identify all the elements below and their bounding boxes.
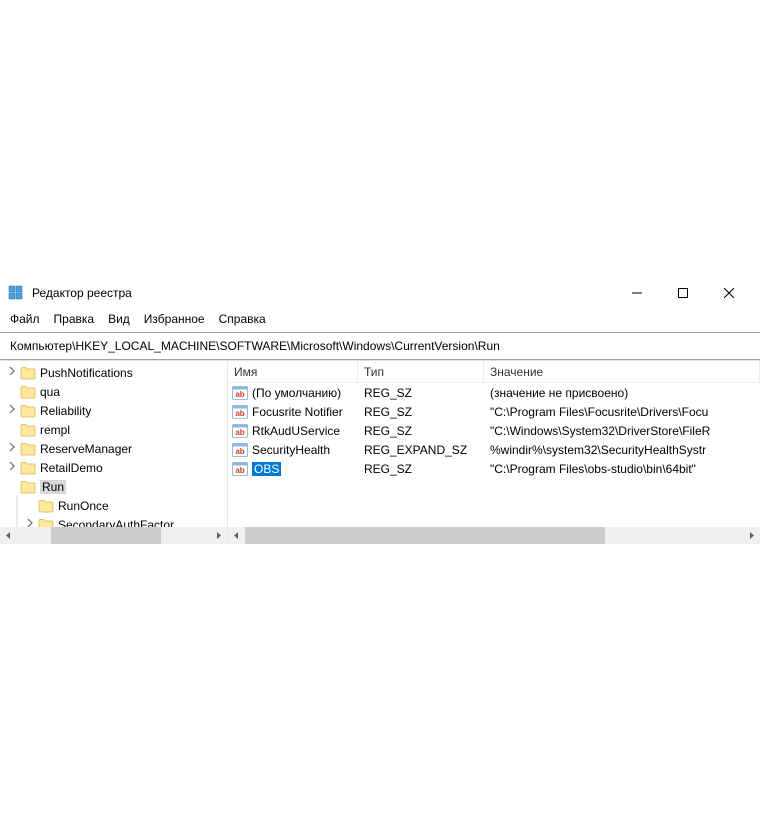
column-header-type[interactable]: Тип: [358, 361, 484, 382]
tree-item-label: Run: [40, 480, 66, 494]
reg-string-icon: ab: [232, 443, 248, 457]
value-data: "C:\Windows\System32\DriverStore\FileR: [484, 424, 760, 438]
menu-file[interactable]: Файл: [10, 312, 40, 326]
value-name: (По умолчанию): [252, 386, 341, 400]
maximize-button[interactable]: [660, 278, 706, 308]
value-name: OBS: [252, 462, 281, 476]
value-type: REG_SZ: [358, 462, 484, 476]
value-data: (значение не присвоено): [484, 386, 760, 400]
folder-icon: [20, 404, 36, 418]
address-bar[interactable]: Компьютер\HKEY_LOCAL_MACHINE\SOFTWARE\Mi…: [0, 335, 760, 359]
folder-icon: [20, 442, 36, 456]
list-header: Имя Тип Значение: [228, 361, 760, 383]
registry-editor-window: Редактор реестра Файл Правка Вид Избранн…: [0, 278, 760, 544]
list-pane: Имя Тип Значение ab(По умолчанию)REG_SZ(…: [228, 361, 760, 544]
scroll-left-button[interactable]: [228, 527, 245, 544]
tree-item[interactable]: RunOnce: [0, 496, 227, 515]
column-header-name[interactable]: Имя: [228, 361, 358, 382]
expand-chevron-icon[interactable]: [24, 519, 36, 527]
tree-item-label: rempl: [40, 423, 70, 437]
tree-item-label: Reliability: [40, 404, 91, 418]
scroll-right-button[interactable]: [210, 527, 227, 544]
app-icon: [8, 285, 24, 301]
tree-pane: PushNotifications qua Reliability rempl Rese…: [0, 361, 228, 544]
expand-chevron-icon[interactable]: [6, 405, 18, 416]
value-data: "C:\Program Files\obs-studio\bin\64bit": [484, 462, 760, 476]
folder-icon: [38, 518, 54, 528]
reg-string-icon: ab: [232, 424, 248, 438]
svg-text:ab: ab: [235, 428, 244, 437]
folder-icon: [20, 423, 36, 437]
tree-item[interactable]: ReserveManager: [0, 439, 227, 458]
value-name: RtkAudUService: [252, 424, 340, 438]
value-name: SecurityHealth: [252, 443, 330, 457]
tree-item[interactable]: Reliability: [0, 401, 227, 420]
reg-string-icon: ab: [232, 405, 248, 419]
svg-text:ab: ab: [235, 447, 244, 456]
list-view[interactable]: ab(По умолчанию)REG_SZ(значение не присв…: [228, 383, 760, 527]
tree-item[interactable]: Run: [0, 477, 227, 496]
value-data: "C:\Program Files\Focusrite\Drivers\Focu: [484, 405, 760, 419]
value-type: REG_SZ: [358, 386, 484, 400]
tree-item-label: ReserveManager: [40, 442, 132, 456]
scroll-right-button[interactable]: [743, 527, 760, 544]
folder-icon: [20, 461, 36, 475]
menu-view[interactable]: Вид: [108, 312, 130, 326]
window-controls: [614, 278, 752, 308]
titlebar[interactable]: Редактор реестра: [0, 278, 760, 308]
tree-item-label: SecondaryAuthFactor: [58, 518, 174, 528]
folder-icon: [38, 499, 54, 513]
menubar: Файл Правка Вид Избранное Справка: [0, 308, 760, 332]
list-row[interactable]: ab SecurityHealth REG_EXPAND_SZ%windir%\sy…: [228, 440, 760, 459]
folder-icon: [20, 385, 36, 399]
svg-text:ab: ab: [235, 390, 244, 399]
content-panes: PushNotifications qua Reliability rempl Rese…: [0, 360, 760, 544]
menu-favorites[interactable]: Избранное: [144, 312, 205, 326]
tree-item[interactable]: qua: [0, 382, 227, 401]
column-header-value[interactable]: Значение: [484, 361, 760, 382]
svg-text:ab: ab: [235, 409, 244, 418]
scroll-left-button[interactable]: [0, 527, 17, 544]
tree-item-label: RunOnce: [58, 499, 109, 513]
tree-item-label: PushNotifications: [40, 366, 133, 380]
minimize-button[interactable]: [614, 278, 660, 308]
tree-horizontal-scrollbar[interactable]: [0, 527, 227, 544]
tree-item-label: RetailDemo: [40, 461, 103, 475]
value-type: REG_EXPAND_SZ: [358, 443, 484, 457]
menu-edit[interactable]: Правка: [54, 312, 95, 326]
tree-item[interactable]: rempl: [0, 420, 227, 439]
close-button[interactable]: [706, 278, 752, 308]
value-type: REG_SZ: [358, 424, 484, 438]
reg-string-icon: ab: [232, 462, 248, 476]
tree-item-label: qua: [40, 385, 60, 399]
list-row[interactable]: ab (По умолчанию) REG_SZ(значение не присв…: [228, 383, 760, 402]
expand-chevron-icon[interactable]: [6, 443, 18, 454]
folder-icon: [20, 366, 36, 380]
folder-icon: [20, 480, 36, 494]
tree-item[interactable]: SecondaryAuthFactor: [0, 515, 227, 527]
value-name: Focusrite Notifier: [252, 405, 343, 419]
expand-chevron-icon[interactable]: [6, 367, 18, 378]
list-horizontal-scrollbar[interactable]: [228, 527, 760, 544]
value-type: REG_SZ: [358, 405, 484, 419]
list-row[interactable]: ab Focusrite Notifier REG_SZ"C:\Program Fi…: [228, 402, 760, 421]
tree-item[interactable]: RetailDemo: [0, 458, 227, 477]
list-row[interactable]: ab OBS REG_SZ"C:\Program Files\obs-studio\…: [228, 459, 760, 478]
tree-item[interactable]: PushNotifications: [0, 363, 227, 382]
menu-help[interactable]: Справка: [219, 312, 266, 326]
reg-string-icon: ab: [232, 386, 248, 400]
expand-chevron-icon[interactable]: [6, 462, 18, 473]
list-row[interactable]: ab RtkAudUService REG_SZ"C:\Windows\System…: [228, 421, 760, 440]
tree-view[interactable]: PushNotifications qua Reliability rempl Rese…: [0, 361, 227, 527]
window-title: Редактор реестра: [32, 286, 614, 300]
value-data: %windir%\system32\SecurityHealthSystr: [484, 443, 760, 457]
svg-text:ab: ab: [235, 466, 244, 475]
